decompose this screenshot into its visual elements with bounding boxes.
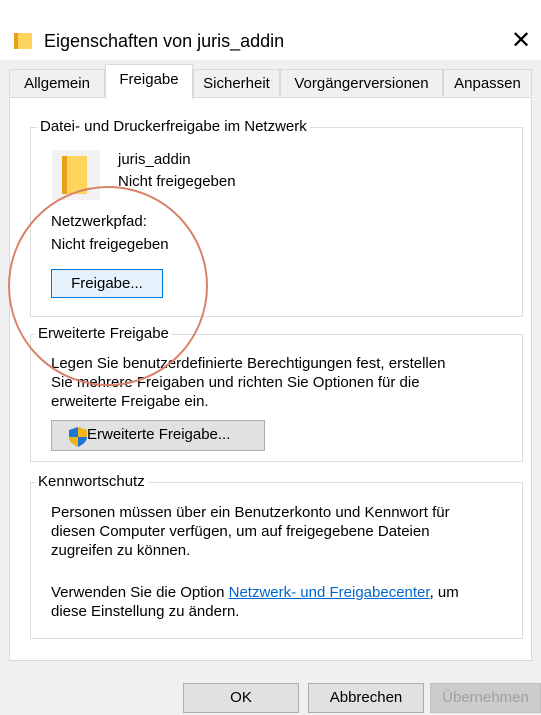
network-path-value: Nicht freigegeben <box>51 236 169 253</box>
network-sharing-group-title: Datei- und Druckerfreigabe im Netzwerk <box>37 118 310 135</box>
password-option-suffix: , um <box>429 584 459 601</box>
advanced-sharing-button[interactable]: Erweiterte Freigabe... <box>51 420 265 451</box>
window-top-edge <box>0 0 541 8</box>
tab-sicherheit[interactable]: Sicherheit <box>193 69 280 96</box>
folder-name: juris_addin <box>118 151 191 168</box>
tab-anpassen[interactable]: Anpassen <box>443 69 532 96</box>
tab-vorgaengerversionen[interactable]: Vorgängerversionen <box>280 69 443 96</box>
advanced-description-line-2: Sie mehrere Freigaben und richten Sie Op… <box>51 374 420 391</box>
window-title: Eigenschaften von juris_addin <box>44 31 285 51</box>
password-option-line-2: diese Einstellung zu ändern. <box>51 603 240 620</box>
share-button[interactable]: Freigabe... <box>51 269 163 298</box>
password-protection-group-title: Kennwortschutz <box>35 473 148 490</box>
password-description-line-3: zugreifen zu können. <box>51 542 191 559</box>
advanced-sharing-button-label: Erweiterte Freigabe... <box>87 426 231 443</box>
password-option-line: Verwenden Sie die Option Netzwerk- und F… <box>51 583 459 602</box>
shared-folder-icon <box>52 150 100 200</box>
close-icon[interactable]: ✕ <box>505 26 537 58</box>
password-option-prefix: Verwenden Sie die Option <box>51 584 229 601</box>
apply-button[interactable]: Übernehmen <box>430 683 541 713</box>
advanced-sharing-group-title: Erweiterte Freigabe <box>35 325 172 342</box>
tab-freigabe[interactable]: Freigabe <box>105 64 193 99</box>
password-description-line-1: Personen müssen über ein Benutzerkonto u… <box>51 504 450 521</box>
uac-shield-icon <box>69 427 87 447</box>
network-sharing-center-link[interactable]: Netzwerk- und Freigabecenter <box>229 584 430 601</box>
network-path-label: Netzwerkpfad: <box>51 213 147 230</box>
folder-icon <box>14 33 32 49</box>
folder-share-status: Nicht freigegeben <box>118 173 236 190</box>
ok-button[interactable]: OK <box>183 683 299 713</box>
advanced-description-line-1: Legen Sie benutzerdefinierte Berechtigun… <box>51 355 446 372</box>
properties-dialog: Eigenschaften von juris_addin ✕ Allgemei… <box>0 0 541 715</box>
cancel-button[interactable]: Abbrechen <box>308 683 424 713</box>
title-bar: Eigenschaften von juris_addin ✕ <box>0 8 541 60</box>
advanced-description-line-3: erweiterte Freigabe ein. <box>51 393 209 410</box>
password-description-line-2: diesen Computer verfügen, um auf freigeg… <box>51 523 430 540</box>
tab-allgemein[interactable]: Allgemein <box>9 69 105 96</box>
